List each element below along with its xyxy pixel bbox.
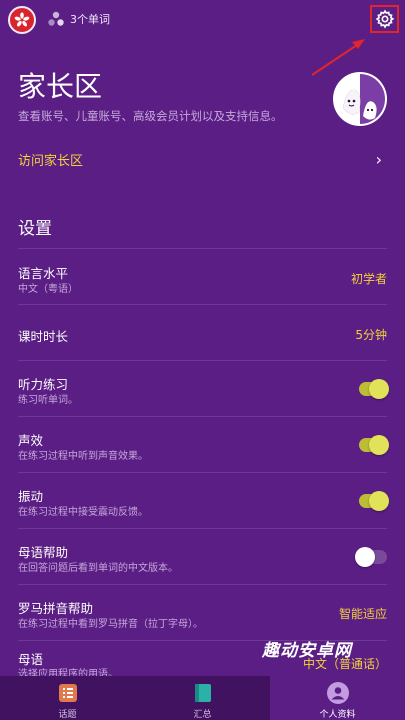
setting-row-lesson-duration[interactable]: 课时时长 5分钟 <box>18 304 387 360</box>
gear-icon <box>375 9 394 29</box>
setting-row-native-language-help[interactable]: 母语帮助 在回答问题后看到单词的中文版本。 <box>18 528 387 584</box>
nav-label: 汇总 <box>193 710 212 720</box>
setting-row-sound-effects[interactable]: 声效 在练习过程中听到声音效果。 <box>18 416 389 472</box>
summary-icon <box>194 684 211 702</box>
setting-row-romanization-help[interactable]: 罗马拼音帮助 在练习过程中看到罗马拼音（拉丁字母）。 智能适应 <box>18 584 387 640</box>
top-bar: 3个单词 <box>0 0 405 76</box>
parent-zone-title: 家长区 <box>18 70 103 103</box>
setting-sub: 在回答问题后看到单词的中文版本。 <box>18 563 178 574</box>
vibration-toggle[interactable] <box>359 491 389 511</box>
listening-practice-toggle[interactable] <box>359 379 389 399</box>
setting-row-listening-practice[interactable]: 听力练习 练习听单词。 <box>18 360 389 416</box>
setting-sub: 在练习过程中接受震动反馈。 <box>18 507 148 518</box>
setting-value[interactable]: 5分钟 <box>355 326 387 343</box>
mascot-illustration <box>333 72 387 126</box>
setting-row-vibration[interactable]: 振动 在练习过程中接受震动反馈。 <box>18 472 389 528</box>
setting-value[interactable]: 智能适应 <box>339 605 387 622</box>
nav-item-summary[interactable]: 汇总 <box>135 676 270 720</box>
sound-effects-toggle[interactable] <box>359 435 389 455</box>
visit-parent-zone-link[interactable]: 访问家长区 › <box>18 150 387 170</box>
native-language-help-toggle[interactable] <box>355 547 387 567</box>
setting-sub: 练习听单词。 <box>18 395 78 406</box>
chevron-right-icon: › <box>375 150 382 169</box>
setting-row-language-level[interactable]: 语言水平 中文（粤语） 初学者 <box>18 248 387 304</box>
bottom-nav: 话题 汇总 个人资料 <box>0 676 405 720</box>
settings-button[interactable] <box>370 5 399 33</box>
parent-zone-description: 查看账号、儿童账号、高级会员计划以及支持信息。 <box>18 109 283 123</box>
language-flag-icon[interactable] <box>8 6 36 34</box>
nav-item-profile[interactable]: 个人资料 <box>270 676 405 720</box>
words-count[interactable]: 3个单词 <box>70 11 110 27</box>
setting-value[interactable]: 初学者 <box>351 270 387 287</box>
topics-icon <box>58 684 77 702</box>
watermark: 趣动安卓网 <box>262 641 352 661</box>
setting-sub: 中文（粤语） <box>18 284 78 295</box>
nav-item-topics[interactable]: 话题 <box>0 676 135 720</box>
setting-sub: 在练习过程中听到声音效果。 <box>18 451 148 462</box>
visit-parent-zone-label: 访问家长区 <box>18 154 84 169</box>
setting-sub: 在练习过程中看到罗马拼音（拉丁字母）。 <box>18 619 203 630</box>
nav-label: 个人资料 <box>319 710 356 720</box>
words-icon[interactable] <box>46 9 66 29</box>
profile-icon <box>326 682 349 704</box>
nav-label: 话题 <box>58 710 77 720</box>
settings-section-title: 设置 <box>18 219 52 239</box>
setting-label: 课时时长 <box>18 329 69 344</box>
